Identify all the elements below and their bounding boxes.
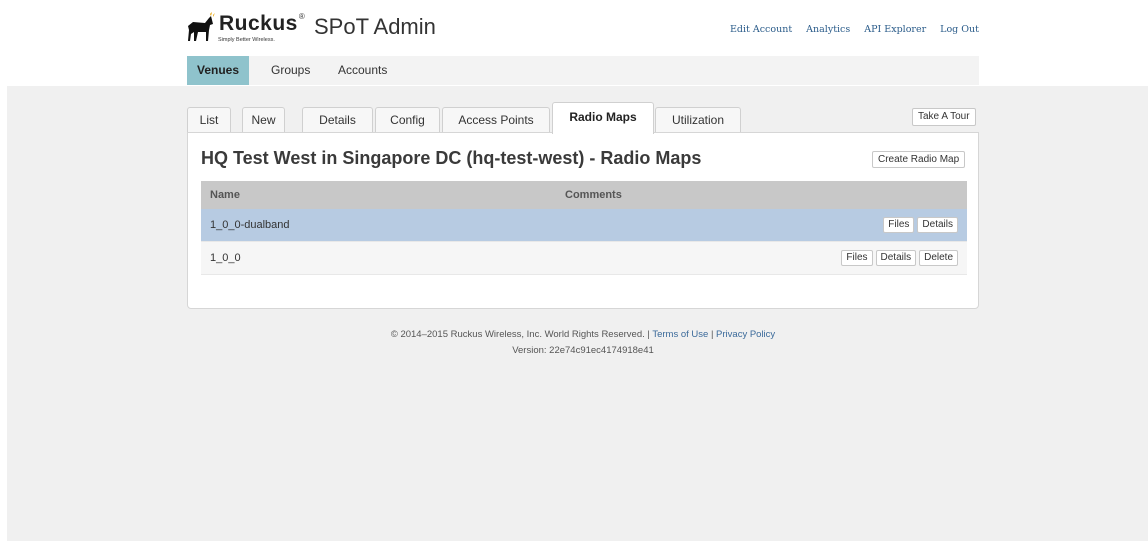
row-actions: Files Details Delete [841, 250, 958, 266]
edit-account-link[interactable]: Edit Account [730, 24, 792, 35]
privacy-policy-link[interactable]: Privacy Policy [716, 329, 775, 340]
create-radio-map-button[interactable]: Create Radio Map [872, 151, 966, 168]
footer-separator: | [710, 329, 714, 340]
table-row[interactable]: 1_0_0-dualband Files Details [201, 209, 967, 242]
tab-config[interactable]: Config [375, 107, 440, 133]
tab-list[interactable]: List [187, 107, 231, 133]
radio-maps-panel: HQ Test West in Singapore DC (hq-test-we… [187, 132, 979, 309]
column-header-name[interactable]: Name [210, 181, 240, 209]
brand-name: Ruckus [219, 12, 298, 35]
table-row[interactable]: 1_0_0 Files Details Delete [201, 242, 967, 275]
row-actions: Files Details [883, 217, 958, 233]
analytics-link[interactable]: Analytics [806, 24, 850, 35]
log-out-link[interactable]: Log Out [940, 24, 979, 35]
radio-maps-table: Name Comments 1_0_0-dualband Files Detai… [201, 181, 967, 275]
nav-groups[interactable]: Groups [261, 56, 320, 85]
files-button[interactable]: Files [841, 250, 873, 266]
app-title: SPoT Admin [314, 14, 436, 39]
footer-legal: © 2014–2015 Ruckus Wireless, Inc. World … [187, 327, 979, 343]
files-button[interactable]: Files [883, 217, 915, 233]
radio-map-name: 1_0_0 [210, 252, 241, 264]
nav-accounts[interactable]: Accounts [328, 56, 397, 85]
column-header-comments[interactable]: Comments [565, 181, 622, 209]
tab-new[interactable]: New [242, 107, 285, 133]
registered-mark: ® [298, 12, 305, 21]
nav-venues[interactable]: Venues [187, 56, 250, 85]
version-text: Version: 22e74c91ec4174918e41 [512, 345, 654, 356]
api-explorer-link[interactable]: API Explorer [864, 24, 926, 35]
ruckus-dog-icon [188, 12, 215, 41]
top-links: Edit Account Analytics API Explorer Log … [716, 24, 979, 35]
terms-of-use-link[interactable]: Terms of Use [652, 329, 708, 340]
header: Ruckus ® Simply Better Wireless. SPoT Adm… [0, 0, 1148, 86]
tab-radio-maps[interactable]: Radio Maps [552, 102, 654, 134]
details-button[interactable]: Details [875, 250, 917, 266]
brand-tagline: Simply Better Wireless. [218, 37, 275, 43]
tab-utilization[interactable]: Utilization [655, 107, 741, 133]
page-title: HQ Test West in Singapore DC (hq-test-we… [201, 148, 702, 168]
take-a-tour-button[interactable]: Take A Tour [912, 108, 976, 126]
tab-access-points[interactable]: Access Points [442, 107, 550, 133]
details-button[interactable]: Details [917, 217, 958, 233]
main-nav: Venues Groups Accounts [187, 56, 979, 85]
table-header: Name Comments [201, 181, 967, 209]
radio-map-name: 1_0_0-dualband [210, 219, 290, 231]
tab-details[interactable]: Details [302, 107, 373, 133]
footer: © 2014–2015 Ruckus Wireless, Inc. World … [187, 327, 979, 359]
ruckus-logo[interactable]: Ruckus ® Simply Better Wireless. [185, 12, 305, 46]
delete-button[interactable]: Delete [919, 250, 958, 266]
copyright-text: © 2014–2015 Ruckus Wireless, Inc. World … [390, 329, 650, 340]
